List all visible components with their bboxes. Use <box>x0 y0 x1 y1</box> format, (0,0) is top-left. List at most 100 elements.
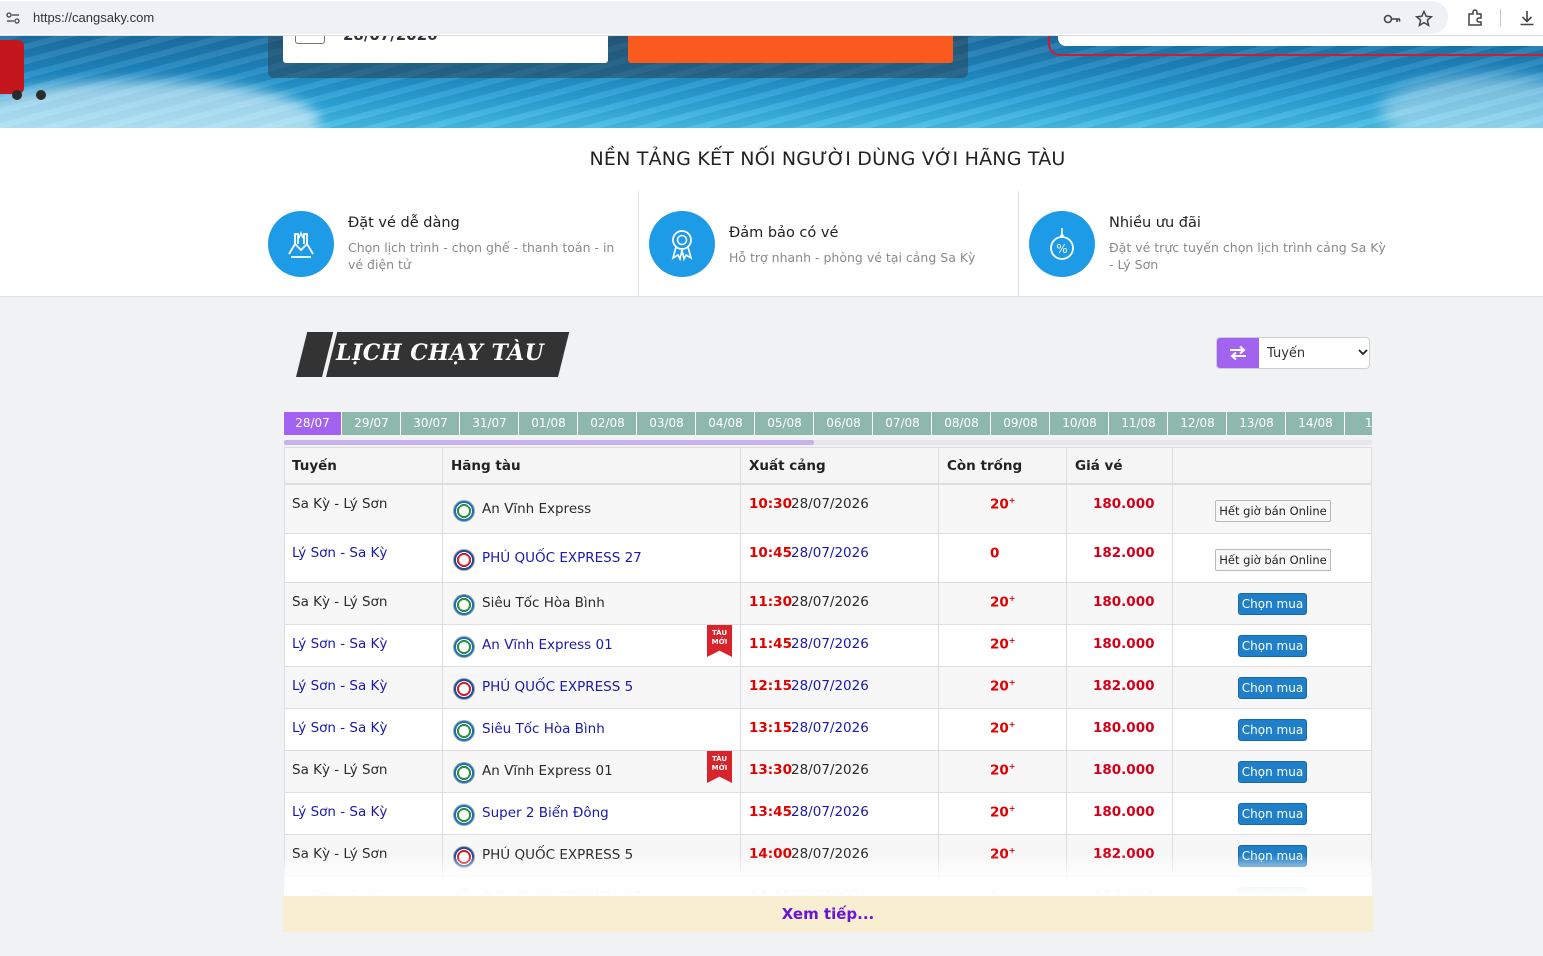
ship-name: PHÚ QUỐC EXPRESS 27 <box>482 550 642 566</box>
route-cell: Sa Kỳ - Lý Sơn <box>292 496 388 512</box>
suitcase-wheel <box>12 90 22 100</box>
bookmark-star-icon[interactable] <box>1414 9 1434 29</box>
date-tab[interactable]: 08/08 <box>933 412 991 435</box>
date-tabs-scrollbar[interactable] <box>284 440 1372 445</box>
ship-name: An Vĩnh Express 01 <box>482 763 613 779</box>
date-tab[interactable]: 15/ <box>1346 412 1372 435</box>
ticket-price: 180.000 <box>1093 762 1155 778</box>
extensions-icon[interactable] <box>1465 8 1485 28</box>
schedule-title: LỊCH CHẠY TÀU <box>290 332 570 377</box>
route-cell: Sa Kỳ - Lý Sơn <box>292 594 388 610</box>
departure-date: 28/07/2026 <box>791 545 869 561</box>
date-tab[interactable]: 31/07 <box>461 412 519 435</box>
date-tab[interactable]: 14/08 <box>1287 412 1345 435</box>
online-sale-closed-button[interactable]: Hết giờ bán Online <box>1215 500 1331 522</box>
swap-direction-button[interactable] <box>1217 338 1259 368</box>
features-title: NỀN TẢNG KẾT NỐI NGƯỜI DÙNG VỚI HÃNG TÀU <box>589 148 1066 170</box>
feature-divider <box>1018 191 1019 297</box>
seat-count: 20 <box>990 720 1009 737</box>
buy-button[interactable]: Chọn mua <box>1238 635 1307 657</box>
departure-date: 28/07/2026 <box>791 594 869 610</box>
table-row: Sa Kỳ - Lý Sơn Siêu Tốc Hòa Bình 11:30 28/0… <box>285 583 1371 625</box>
date-tab[interactable]: 10/08 <box>1051 412 1109 435</box>
date-tab[interactable]: 28/07 <box>284 412 342 435</box>
table-row: Sa Kỳ - Lý Sơn An Vĩnh Express 10:30 28/07/… <box>285 485 1371 534</box>
buy-button[interactable]: Chọn mua <box>1238 593 1307 615</box>
url-text[interactable]: https://cangsaky.com <box>33 10 154 25</box>
departure-date: 28/07/2026 <box>791 720 869 736</box>
new-ship-badge: TÀU MỚI <box>707 625 732 657</box>
address-bar[interactable]: https://cangsaky.com <box>0 1 1448 34</box>
new-ship-badge: TÀU MỚI <box>707 751 732 783</box>
table-row: Lý Sơn - Sa Kỳ Siêu Tốc Hòa Bình 13:15 28/0… <box>285 709 1371 751</box>
date-tab[interactable]: 13/08 <box>1228 412 1286 435</box>
date-tab[interactable]: 03/08 <box>638 412 696 435</box>
column-divider <box>938 448 939 897</box>
date-tab[interactable]: 02/08 <box>579 412 637 435</box>
ship-name: Siêu Tốc Hòa Bình <box>482 595 605 611</box>
seat-plus: + <box>1008 762 1016 771</box>
ticket-price: 182.000 <box>1093 678 1155 694</box>
date-tab[interactable]: 30/07 <box>402 412 460 435</box>
date-tab[interactable]: 11/08 <box>1110 412 1168 435</box>
date-tab[interactable]: 29/07 <box>343 412 401 435</box>
hero-banner: 28/07/2026 <box>0 36 1543 128</box>
route-select[interactable]: Tuyến <box>1216 337 1370 369</box>
ticket-price: 180.000 <box>1093 594 1155 610</box>
date-tab[interactable]: 09/08 <box>992 412 1050 435</box>
feature-promotions: % Nhiều ưu đãi Đặt vé trực tuyến chọn lị… <box>1029 191 1389 297</box>
table-header: Tuyến Hãng tàu Xuất cảng Còn trống Giá v… <box>285 448 1371 485</box>
ticket-price: 180.000 <box>1093 804 1155 820</box>
route-cell: Lý Sơn - Sa Kỳ <box>292 545 388 561</box>
seat-plus: + <box>1008 804 1016 813</box>
buy-button[interactable]: Chọn mua <box>1238 803 1307 825</box>
buy-button[interactable]: Chọn mua <box>1238 719 1307 741</box>
buy-button[interactable]: Chọn mua <box>1238 677 1307 699</box>
password-key-icon[interactable] <box>1382 9 1402 29</box>
available-seats: 20+ <box>990 636 1016 653</box>
column-header: Xuất cảng <box>749 458 826 474</box>
feature-divider <box>638 191 639 297</box>
ship-company-logo <box>453 678 475 700</box>
departure-date: 28/07/2026 <box>791 678 869 694</box>
toolbar-divider <box>1500 9 1501 27</box>
departure-time: 10:45 <box>749 545 792 561</box>
departure-date: 28/07/2026 <box>791 804 869 820</box>
feature-easy-booking: Đặt vé dễ dàng Chọn lịch trình - chọn gh… <box>268 191 628 297</box>
seat-plus: + <box>1008 720 1016 729</box>
departure-date-field[interactable]: 28/07/2026 <box>283 36 608 63</box>
route-cell: Lý Sơn - Sa Kỳ <box>292 636 388 652</box>
seat-plus: + <box>1008 496 1016 505</box>
see-more-button[interactable]: Xem tiếp... <box>283 896 1373 932</box>
search-button[interactable] <box>628 36 953 63</box>
ship-company-logo <box>453 594 475 616</box>
buy-button[interactable]: Chọn mua <box>1238 761 1307 783</box>
site-info-icon[interactable] <box>6 11 20 25</box>
ticket-price: 180.000 <box>1093 720 1155 736</box>
ship-company-logo <box>453 500 475 522</box>
calendar-icon <box>295 36 325 44</box>
date-tab[interactable]: 04/08 <box>697 412 755 435</box>
date-tab[interactable]: 12/08 <box>1169 412 1227 435</box>
scrollbar-thumb[interactable] <box>284 440 814 445</box>
ticket-price: 182.000 <box>1093 545 1155 561</box>
hands-icon <box>268 211 334 277</box>
feature-title: Nhiều ưu đãi <box>1109 215 1201 231</box>
departure-time: 10:30 <box>749 496 792 512</box>
route-cell: Lý Sơn - Sa Kỳ <box>292 720 388 736</box>
online-sale-closed-button[interactable]: Hết giờ bán Online <box>1215 549 1331 571</box>
svg-text:%: % <box>1056 242 1067 256</box>
seat-count: 20 <box>990 762 1009 779</box>
date-tab[interactable]: 01/08 <box>520 412 578 435</box>
table-row: Sa Kỳ - Lý Sơn An Vĩnh Express 01 TÀU MỚI 1… <box>285 751 1371 793</box>
chevron-down-icon <box>1358 349 1368 356</box>
column-header: Tuyến <box>292 458 337 474</box>
date-tab[interactable]: 07/08 <box>874 412 932 435</box>
date-tab[interactable]: 06/08 <box>815 412 873 435</box>
column-divider <box>442 448 443 897</box>
column-header: Giá vé <box>1075 458 1123 474</box>
download-icon[interactable] <box>1517 8 1537 28</box>
route-cell: Lý Sơn - Sa Kỳ <box>292 804 388 820</box>
date-tab[interactable]: 05/08 <box>756 412 814 435</box>
departure-date: 28/07/2026 <box>791 496 869 512</box>
